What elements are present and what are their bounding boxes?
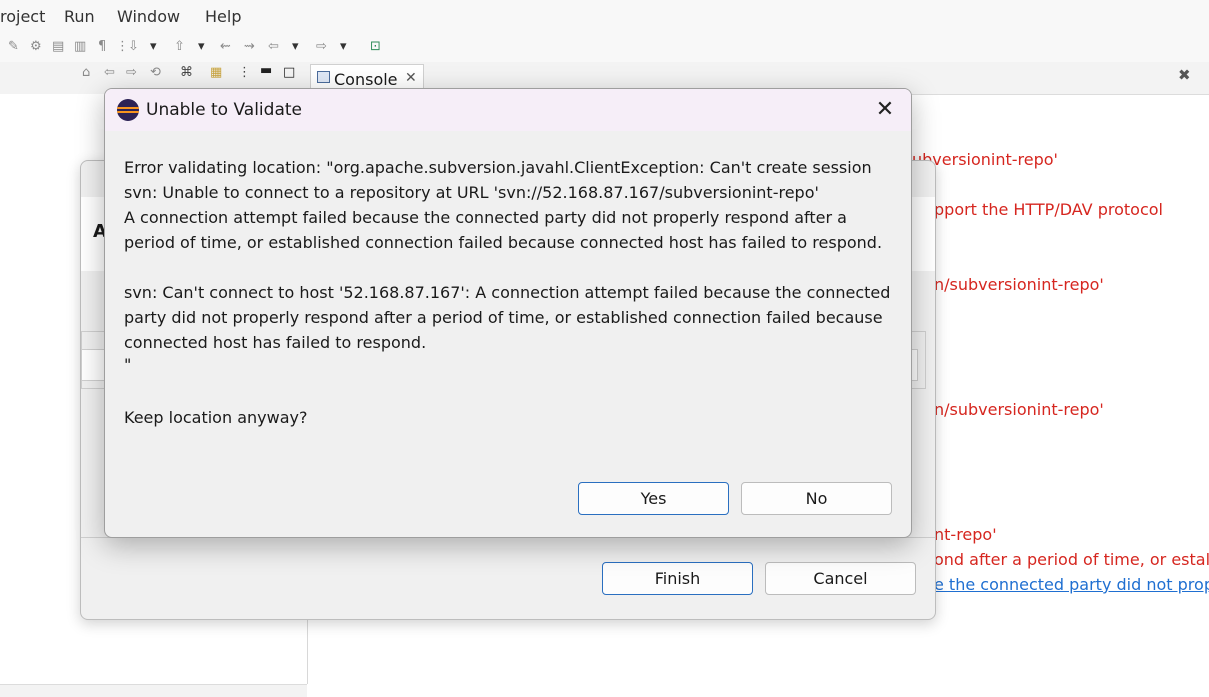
close-icon[interactable]: ✕ <box>405 70 417 86</box>
no-button[interactable]: No <box>741 482 892 515</box>
dialog-message-line: party did not properly respond after a p… <box>124 308 883 327</box>
console-link[interactable]: e the connected party did not prop <box>934 575 1209 594</box>
dialog-message-line: svn: Can't connect to host '52.168.87.16… <box>124 283 891 302</box>
block-select-icon[interactable]: ▤ <box>52 39 64 54</box>
chevron-down-icon[interactable]: ▾ <box>292 39 299 54</box>
whitespace-icon[interactable]: ▥ <box>74 39 86 54</box>
forward-edit-icon[interactable]: ⇝ <box>244 39 255 54</box>
eclipse-icon <box>117 99 139 121</box>
chevron-down-icon[interactable]: ▾ <box>150 39 157 54</box>
collapse-icon[interactable]: ⌘ <box>180 65 193 80</box>
dialog-title: Unable to Validate <box>146 100 302 120</box>
clear-console-icon[interactable]: ✖ <box>1178 66 1191 84</box>
chevron-down-icon[interactable]: ▾ <box>340 39 347 54</box>
back-nav-icon[interactable]: ⇦ <box>104 65 115 80</box>
cancel-button[interactable]: Cancel <box>765 562 916 595</box>
console-line: n/subversionint-repo' <box>934 400 1104 419</box>
console-line: nt-repo' <box>934 525 997 544</box>
dialog-question: Keep location anyway? <box>124 408 308 427</box>
next-annotation-icon[interactable]: ⇩ <box>128 39 139 54</box>
left-panel-footer <box>0 684 307 697</box>
console-icon <box>317 71 330 83</box>
yes-button[interactable]: Yes <box>578 482 729 515</box>
menu-project[interactable]: roject <box>0 7 45 26</box>
menu-run[interactable]: Run <box>64 7 95 26</box>
dialog-message-line: Error validating location: "org.apache.s… <box>124 158 872 177</box>
dialog-message-line: period of time, or established connectio… <box>124 233 883 252</box>
tab-console-label: Console <box>334 70 398 89</box>
main-toolbar: ✎ ⚙ ▤ ▥ ¶ ⋮ ⇩ ▾ ⇧ ▾ ⇜ ⇝ ⇦ ▾ ⇨ ▾ ⊡ <box>0 34 1209 62</box>
console-line: pport the HTTP/DAV protocol <box>934 200 1163 219</box>
menu-window[interactable]: Window <box>117 7 180 26</box>
pilcrow-icon[interactable]: ¶ <box>98 39 106 54</box>
dialog-message-line: " <box>124 355 132 374</box>
last-edit-icon[interactable]: ⇜ <box>220 39 231 54</box>
edit-icon[interactable]: ✎ <box>8 39 19 54</box>
dialog-titlebar: Unable to Validate ✕ <box>105 89 911 131</box>
annotation-icon[interactable]: ⚙ <box>30 39 42 54</box>
dialog-message-line: connected host has failed to respond. <box>124 333 427 352</box>
dialog-message-line: A connection attempt failed because the … <box>124 208 847 227</box>
view-menu-icon[interactable]: ⋮ <box>238 65 251 80</box>
link-icon[interactable]: ⟲ <box>150 65 161 80</box>
svn-icon[interactable]: ▦ <box>210 65 222 80</box>
open-perspective-icon[interactable]: ⊡ <box>370 39 381 54</box>
minimize-icon[interactable]: ▬ <box>260 63 272 78</box>
forward-icon[interactable]: ⇨ <box>316 39 327 54</box>
dialog-message-line: svn: Unable to connect to a repository a… <box>124 183 819 202</box>
finish-button[interactable]: Finish <box>602 562 753 595</box>
back-icon[interactable]: ⇦ <box>268 39 279 54</box>
unable-to-validate-dialog: Unable to Validate ✕ Error validating lo… <box>104 88 912 538</box>
menu-help[interactable]: Help <box>205 7 241 26</box>
prev-annotation-icon[interactable]: ⇧ <box>174 39 185 54</box>
menu-bar: roject Run Window Help <box>0 0 1209 34</box>
maximize-icon[interactable]: □ <box>283 65 295 80</box>
chevron-down-icon[interactable]: ▾ <box>198 39 205 54</box>
forward-nav-icon[interactable]: ⇨ <box>126 65 137 80</box>
home-icon[interactable]: ⌂ <box>82 65 90 80</box>
console-line: ond after a period of time, or estal <box>934 550 1209 569</box>
console-line: n/subversionint-repo' <box>934 275 1104 294</box>
close-icon[interactable]: ✕ <box>870 95 900 125</box>
